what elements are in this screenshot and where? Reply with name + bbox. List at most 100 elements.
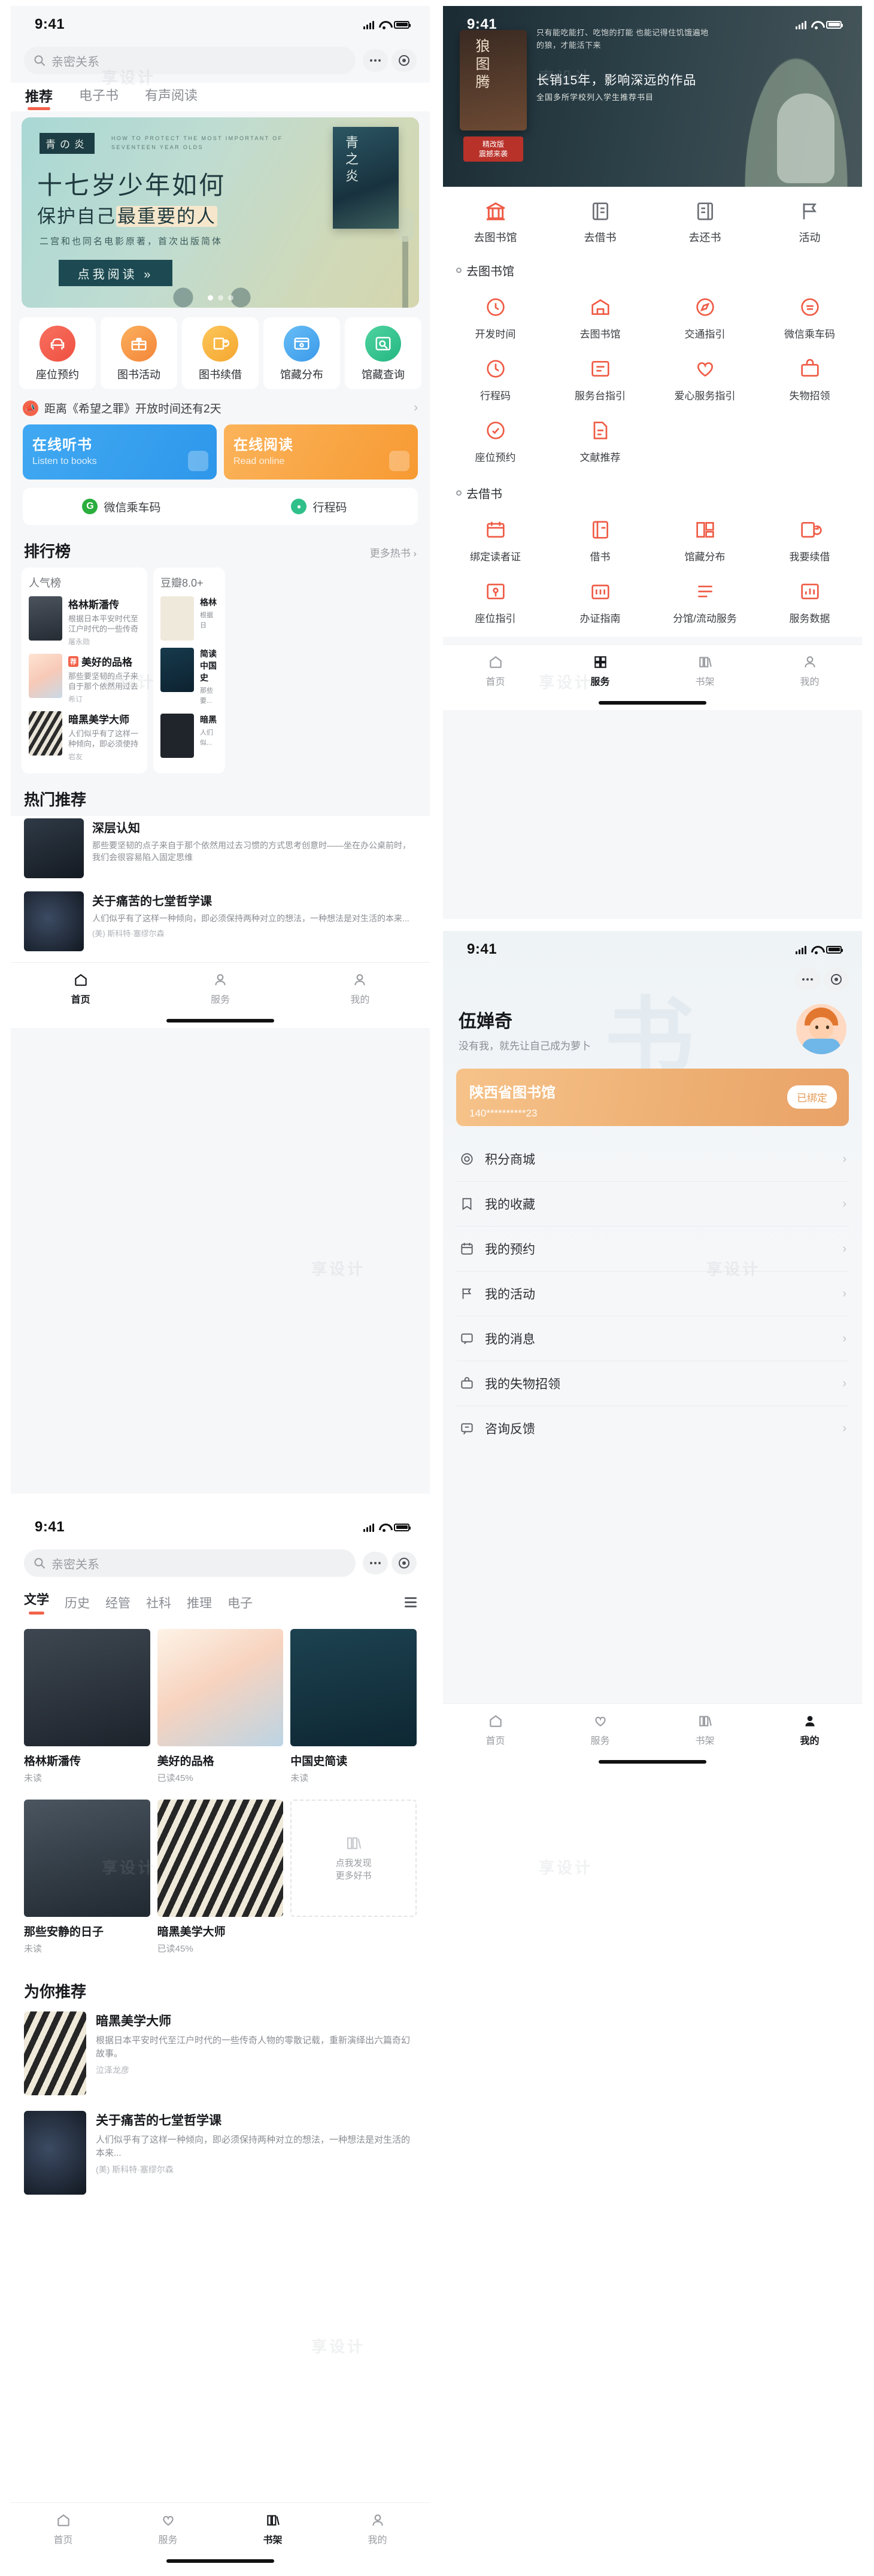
service-hero[interactable]: 9:41 狼图腾 只有能吃能打、吃饱的打能 也能记得住饥饿遍地的狼，才能活下来 … [443,6,862,187]
service-desk-guide[interactable]: 服务台指引 [548,347,653,408]
rank-item[interactable]: 荐 美好的品格 那些要坚韧的点子来自于那个依然用过去习惯的方式... 希订 [29,654,140,704]
rank-item[interactable]: 简读中国史 那些要... [160,648,218,706]
wechat-ride-entry[interactable]: G 微信乘车码 [23,499,220,515]
tabbar-item-home[interactable]: 首页 [11,971,150,1006]
service-spacer [757,408,862,470]
tabbar-item-service[interactable]: 服务 [150,971,290,1006]
tabbar-item-mine[interactable]: 我的 [757,1712,862,1747]
avatar[interactable] [796,1004,846,1054]
book-cell[interactable]: 美好的品格 已读45% [154,1624,287,1795]
menu-item-lost-found[interactable]: 我的失物招领 › [456,1361,849,1406]
quick-action-activity[interactable]: 图书活动 [101,317,177,389]
quick-action-search-collection[interactable]: 馆藏查询 [345,317,421,389]
menu-item-favorites[interactable]: 我的收藏 › [456,1182,849,1227]
menu-item-points-mall[interactable]: 积分商城 › [456,1137,849,1182]
status-time: 9:41 [35,1519,65,1535]
rank-item[interactable]: 格林 根据日本... [160,596,218,641]
menu-item-reservations[interactable]: 我的预约 › [456,1227,849,1272]
book-cell[interactable]: 暗黑美学大师 已读45% [154,1795,287,1965]
quick-action-renew[interactable]: 图书续借 [182,317,259,389]
nav-tab-activity[interactable]: 活动 [757,198,862,245]
category-history[interactable]: 历史 [65,1594,90,1612]
service-borrow[interactable]: 借书 [548,508,653,569]
tabbar-item-shelf[interactable]: 书架 [653,1712,757,1747]
menu-item-feedback[interactable]: 咨询反馈 › [456,1406,849,1451]
service-collection-map[interactable]: 馆藏分布 [653,508,757,569]
category-literature[interactable]: 文学 [24,1590,49,1615]
target-button[interactable] [392,1552,417,1574]
service-go-library[interactable]: 去图书馆 [548,285,653,347]
category-business[interactable]: 经管 [105,1594,131,1612]
tabbar-item-mine[interactable]: 我的 [325,2511,430,2546]
book-cell[interactable]: 那些安静的日子 未读 [20,1795,154,1965]
tab-ebook[interactable]: 电子书 [79,85,119,111]
more-button[interactable] [795,968,820,991]
category-social[interactable]: 社科 [146,1594,171,1612]
service-bind-card[interactable]: 绑定读者证 [443,508,548,569]
service-doc-recommend[interactable]: 文献推荐 [548,408,653,470]
tab-audio[interactable]: 有声阅读 [145,85,198,111]
tabbar-item-home[interactable]: 首页 [11,2511,116,2546]
service-branch[interactable]: 分馆/流动服务 [653,569,757,631]
nav-tab-library[interactable]: 去图书馆 [443,198,548,245]
service-seat-guide[interactable]: 座位指引 [443,569,548,631]
service-lost-found[interactable]: 失物招领 [757,347,862,408]
target-button[interactable] [392,49,417,72]
tabbar-item-home[interactable]: 首页 [443,653,548,688]
tabbar-item-shelf[interactable]: 书架 [220,2511,325,2546]
book-cell-more[interactable]: 点我发现 更多好书 [287,1795,420,1965]
nav-tab-return[interactable]: 去还书 [653,198,757,245]
tabbar-item-mine[interactable]: 我的 [757,653,862,688]
more-dots-icon [802,978,813,981]
hamburger-icon[interactable] [405,1597,417,1607]
search-input[interactable]: 亲密关系 [24,47,356,74]
service-heart-guide[interactable]: 爱心服务指引 [653,347,757,408]
search-input[interactable]: 亲密关系 [24,1549,356,1577]
tabbar-item-service[interactable]: 服务 [548,1712,653,1747]
nav-tab-borrow[interactable]: 去借书 [548,198,653,245]
recommend-item[interactable]: 关于痛苦的七堂哲学课 人们似乎有了这样一种倾向，即必须保持两种对立的想法，一种想… [11,2107,430,2207]
hot-item[interactable]: 深层认知 那些要坚韧的点子来自于那个依然用过去习惯的方式思考创意时——坐在办公桌… [11,816,430,889]
tabbar-item-shelf[interactable]: 书架 [653,653,757,688]
book-cell[interactable]: 格林斯潘传 未读 [20,1624,154,1795]
tabbar-item-service[interactable]: 服务 [548,653,653,688]
target-button[interactable] [824,968,849,991]
library-card[interactable]: 陕西省图书馆 140**********23 已绑定 [456,1069,849,1126]
service-seat-reserve[interactable]: 座位预约 [443,408,548,470]
more-button[interactable] [363,49,388,72]
rank-more-link[interactable]: 更多热书 › [370,545,417,560]
more-button[interactable] [363,1552,388,1574]
service-wechat-ride[interactable]: 微信乘车码 [757,285,862,347]
tab-recommend[interactable]: 推荐 [25,85,53,111]
service-renew[interactable]: 我要续借 [757,508,862,569]
service-id-guide[interactable]: 办证指南 [548,569,653,631]
discover-more-button[interactable]: 点我发现 更多好书 [290,1800,417,1917]
category-electronic[interactable]: 电子 [227,1594,253,1612]
promo-read[interactable]: 在线阅读 Read online [224,424,418,480]
tabbar-item-home[interactable]: 首页 [443,1712,548,1747]
service-transport-guide[interactable]: 交通指引 [653,285,757,347]
rank-item[interactable]: 格林斯潘传 根据日本平安时代至江户时代的一些传奇人物的零... 屠永勋 [29,596,140,647]
banner-cta-button[interactable]: 点我阅读 » [59,260,172,286]
book-cover [157,1629,284,1746]
service-open-time[interactable]: 开发时间 [443,285,548,347]
promo-listen[interactable]: 在线听书 Listen to books [23,424,217,480]
recommend-item[interactable]: 暗黑美学大师 根据日本平安时代至江户时代的一些传奇人物的零散记载，重新演绎出六篇… [11,2008,430,2107]
rank-item[interactable]: 暗黑 人们似... [160,714,218,758]
category-mystery[interactable]: 推理 [187,1594,212,1612]
service-travel-code[interactable]: 行程码 [443,347,548,408]
travel-code-entry[interactable]: ● 行程码 [220,499,418,515]
hot-item[interactable]: 关于痛苦的七堂哲学课 人们似乎有了这样一种倾向，即必须保持两种对立的想法，一种想… [11,889,430,962]
book-cell[interactable]: 中国史简读 未读 [287,1624,420,1795]
home-banner[interactable]: 青の炎 HOW TO PROTECT THE MOST IMPORTANT OF… [22,117,419,308]
menu-item-activities[interactable]: 我的活动 › [456,1272,849,1316]
tabbar-item-mine[interactable]: 我的 [290,971,430,1006]
notice-bar[interactable]: 📣 距离《希望之罪》开放时间还有2天 › [23,400,418,416]
quick-action-collection-map[interactable]: 馆藏分布 [263,317,340,389]
tab-label: 有声阅读 [145,88,198,103]
tabbar-item-service[interactable]: 服务 [116,2511,220,2546]
menu-item-messages[interactable]: 我的消息 › [456,1316,849,1361]
rank-item[interactable]: 暗黑美学大师 人们似乎有了这样一种倾向，即必须使持两种对立的想法，一种想法是对生… [29,711,140,761]
service-stats[interactable]: 服务数据 [757,569,862,631]
quick-action-seat[interactable]: 座位预约 [19,317,96,389]
